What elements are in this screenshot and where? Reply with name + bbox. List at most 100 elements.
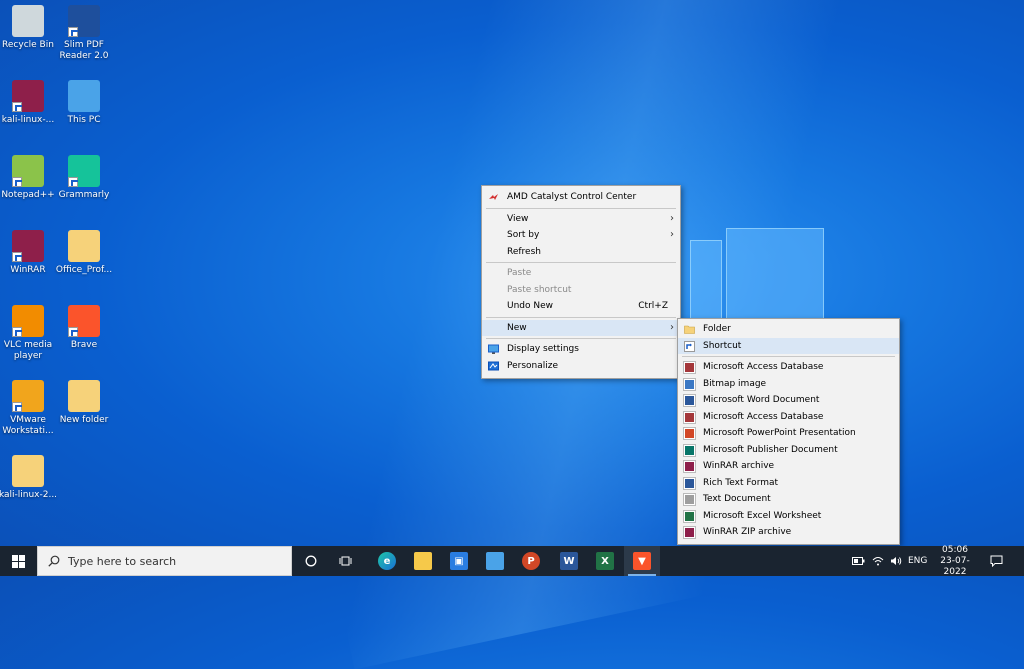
desktop-icon[interactable]: Brave (54, 305, 114, 351)
desktop-icon[interactable]: VMware Workstati... (0, 380, 58, 437)
desktop-icon-label: kali-linux-... (1, 115, 55, 125)
new-file-type-item[interactable]: Microsoft Access Database (678, 359, 899, 376)
new-folder-item[interactable]: Folder (678, 321, 899, 338)
desktop-icon[interactable]: Office_Prof... (54, 230, 114, 276)
shortcut-arrow-icon (12, 102, 22, 112)
tray-clock[interactable]: 05:06 23-07-2022 (934, 544, 976, 577)
tray-wifi[interactable] (872, 546, 884, 576)
taskbar-powerpoint[interactable]: P (514, 546, 548, 576)
taskbar-file-explorer[interactable] (406, 546, 440, 576)
desktop-icon[interactable]: New folder (54, 380, 114, 426)
new-file-type-item[interactable]: Rich Text Format (678, 475, 899, 492)
windows-logo-icon (11, 554, 25, 568)
new-file-type-item[interactable]: Bitmap image (678, 376, 899, 393)
access-icon (684, 362, 695, 373)
desktop-icon-label: Grammarly (58, 190, 110, 200)
winrar-zip-icon (684, 527, 695, 538)
desktop-icon[interactable]: Notepad++ (0, 155, 58, 201)
control-panel-icon (486, 552, 504, 570)
menu-item-display-settings[interactable]: Display settings (482, 341, 680, 358)
tray-notifications[interactable] (990, 546, 1003, 576)
new-file-type-item[interactable]: Microsoft PowerPoint Presentation (678, 425, 899, 442)
start-button[interactable] (0, 546, 36, 576)
desktop-icon[interactable]: Recycle Bin (0, 5, 58, 51)
wifi-icon (872, 557, 884, 566)
desktop-icon[interactable]: VLC media player (0, 305, 58, 362)
cortana-circle-icon (305, 555, 317, 567)
taskbar-word[interactable]: W (552, 546, 586, 576)
rtf-icon (684, 477, 695, 489)
clock-time: 05:06 (942, 544, 968, 555)
menu-item-label: Microsoft PowerPoint Presentation (703, 428, 856, 438)
new-file-type-item[interactable]: Microsoft Word Document (678, 392, 899, 409)
menu-separator (486, 262, 676, 263)
tray-volume[interactable] (890, 546, 902, 576)
taskbar-search-box[interactable]: Type here to search (37, 546, 292, 576)
menu-item-new[interactable]: New › (482, 319, 680, 336)
publisher-icon (684, 444, 695, 456)
menu-separator (682, 356, 895, 357)
shortcut-arrow-icon (12, 327, 22, 337)
new-file-type-item[interactable]: Microsoft Publisher Document (678, 442, 899, 459)
menu-item-view[interactable]: View › (482, 211, 680, 228)
vlc-icon (12, 305, 44, 337)
taskbar-excel[interactable]: X (588, 546, 622, 576)
display-settings-icon (488, 344, 499, 355)
vmware-icon (12, 380, 44, 412)
desktop-icon[interactable]: WinRAR (0, 230, 58, 276)
menu-item-label: Bitmap image (703, 378, 767, 389)
cortana-button[interactable] (296, 546, 326, 576)
task-view-button[interactable] (330, 546, 360, 576)
menu-item-label: Paste (507, 268, 532, 278)
tray-battery[interactable] (852, 546, 865, 576)
desktop-icon-label: New folder (59, 415, 109, 425)
desktop-icon-label: This PC (67, 115, 101, 125)
taskbar-store[interactable]: ▣ (442, 546, 476, 576)
desktop-icon-label: WinRAR (10, 265, 46, 275)
desktop-icon-label: Office_Prof... (55, 265, 113, 275)
menu-item-label: Folder (703, 324, 731, 334)
winrar-icon (12, 230, 44, 262)
menu-separator (486, 338, 676, 339)
tray-language[interactable]: ENG (908, 546, 927, 576)
recycle-bin-icon (12, 5, 44, 37)
wallpaper-logo-pane (690, 240, 722, 322)
menu-item-paste[interactable]: Paste (482, 265, 680, 282)
new-file-type-item[interactable]: Microsoft Excel Worksheet (678, 508, 899, 525)
chevron-right-icon: › (670, 212, 674, 224)
search-placeholder: Type here to search (68, 554, 177, 568)
menu-item-refresh[interactable]: Refresh (482, 244, 680, 261)
new-shortcut-item[interactable]: Shortcut (678, 337, 899, 354)
taskbar-brave[interactable]: ▼ (624, 546, 660, 576)
bitmap-icon (684, 378, 695, 390)
desktop-icon-label: kali-linux-2... (0, 490, 58, 500)
menu-item-paste-shortcut[interactable]: Paste shortcut (482, 282, 680, 299)
menu-item-label: WinRAR archive (703, 461, 775, 471)
new-file-type-item[interactable]: Text Document (678, 491, 899, 508)
menu-item-sort-by[interactable]: Sort by › (482, 227, 680, 244)
menu-separator (486, 207, 676, 209)
slim-pdf-icon (68, 5, 100, 37)
menu-item-undo-new[interactable]: Undo New Ctrl+Z (482, 298, 680, 315)
desktop-icon[interactable]: Grammarly (54, 155, 114, 201)
taskbar-edge[interactable]: e (370, 546, 404, 576)
desktop-icon[interactable]: This PC (54, 80, 114, 126)
menu-item-label: Text Document (703, 494, 771, 504)
new-file-type-item[interactable]: Microsoft Access Database (678, 409, 899, 426)
powerpoint-icon (684, 428, 695, 439)
menu-item-label: AMD Catalyst Control Center (507, 192, 637, 202)
taskbar-control-panel[interactable] (478, 546, 512, 576)
new-file-type-item[interactable]: WinRAR ZIP archive (678, 524, 899, 541)
word-icon (684, 395, 695, 406)
desktop-icon[interactable]: kali-linux-2... (0, 455, 58, 501)
desktop-icon[interactable]: kali-linux-... (0, 80, 58, 126)
new-file-type-list: Microsoft Access Database Bitmap image Mic… (678, 359, 899, 541)
taskbar: Type here to search e ▣ P W X ▼ ENG 05:0… (0, 544, 1024, 577)
wallpaper-logo-pane (726, 228, 824, 322)
menu-item-personalize[interactable]: Personalize (482, 358, 680, 375)
menu-item-amd-catalyst[interactable]: AMD Catalyst Control Center (482, 189, 680, 206)
volume-icon (891, 557, 902, 565)
new-file-type-item[interactable]: WinRAR archive (678, 458, 899, 475)
shortcut-icon (684, 340, 695, 352)
desktop-icon[interactable]: Slim PDF Reader 2.0 (54, 5, 114, 62)
